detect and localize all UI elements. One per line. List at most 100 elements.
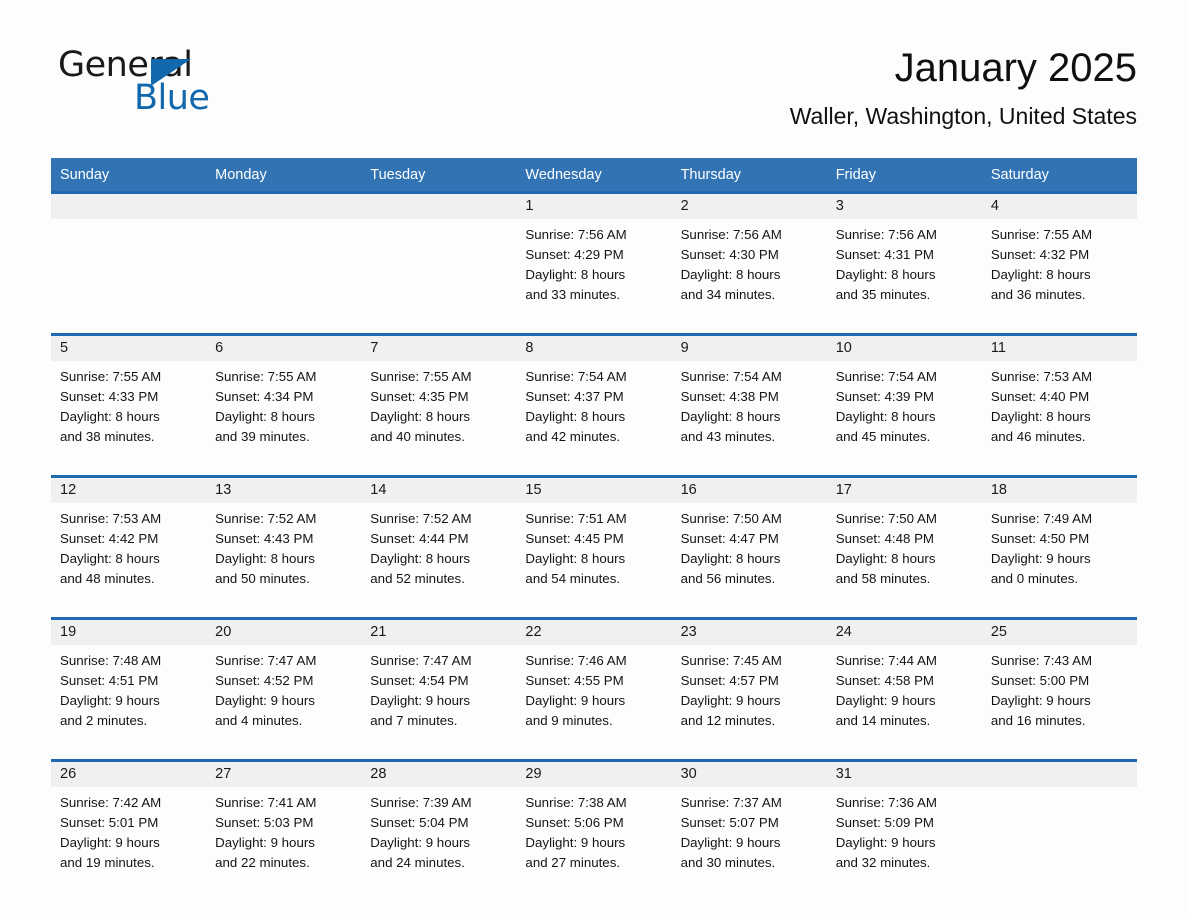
sunset-text: Sunset: 5:06 PM [525,815,624,830]
day-number: 9 [671,336,827,361]
sunrise-text: Sunrise: 7:56 AM [835,227,937,242]
daylight-text: Daylight: 8 hours [525,551,626,566]
sunrise-text: Sunrise: 7:54 AM [680,369,782,384]
day-cell[interactable]: 20 Sunrise: 7:47 AM Sunset: 4:52 PM Dayligh… [206,617,362,752]
daylight-text: Daylight: 8 hours [680,267,781,282]
weekday-header-row: Sunday Monday Tuesday Wednesday Thursday Frid… [51,158,1137,191]
day-cell-inner [51,191,207,326]
day-number: 27 [206,762,362,787]
day-cell[interactable]: 24 Sunrise: 7:44 AM Sunset: 4:58 PM Dayligh… [826,617,982,752]
daylight-text: and 39 minutes. [215,429,310,444]
day-cell[interactable]: 12 Sunrise: 7:53 AM Sunset: 4:42 PM Dayligh… [51,475,207,610]
day-cell[interactable]: 6 Sunrise: 7:55 AM Sunset: 4:34 PM Daylight… [206,333,362,468]
day-cell[interactable]: 13 Sunrise: 7:52 AM Sunset: 4:43 PM Dayligh… [206,475,362,610]
sunset-text: Sunset: 4:33 PM [60,389,159,404]
day-cell[interactable]: 1 Sunrise: 7:56 AM Sunset: 4:29 PM Daylight… [516,191,672,326]
day-cell[interactable]: 11 Sunrise: 7:53 AM Sunset: 4:40 PM Dayligh… [981,333,1137,468]
logo-secondary-text: Blue [134,78,210,118]
day-cell[interactable]: 10 Sunrise: 7:54 AM Sunset: 4:39 PM Dayligh… [826,333,982,468]
day-details: Sunrise: 7:54 AM Sunset: 4:38 PM Daylight:… [672,361,827,447]
sunrise-text: Sunrise: 7:54 AM [525,369,627,384]
day-cell[interactable]: 31 Sunrise: 7:36 AM Sunset: 5:09 PM Dayligh… [826,759,982,894]
daylight-text: and 22 minutes. [215,855,310,870]
day-cell[interactable]: 19 Sunrise: 7:48 AM Sunset: 4:51 PM Dayligh… [51,617,207,752]
sunset-text: Sunset: 4:35 PM [370,389,469,404]
day-cell[interactable]: 2 Sunrise: 7:56 AM Sunset: 4:30 PM Daylight… [671,191,827,326]
day-details [206,219,361,225]
day-details: Sunrise: 7:42 AM Sunset: 5:01 PM Daylight:… [51,787,206,873]
sunset-text: Sunset: 4:31 PM [835,247,935,262]
day-cell[interactable]: 30 Sunrise: 7:37 AM Sunset: 5:07 PM Dayligh… [671,759,827,894]
calendar-week-row: 1 Sunrise: 7:56 AM Sunset: 4:29 PM Daylight… [51,191,1137,326]
general-blue-logo[interactable]: General Blue [58,48,318,120]
day-cell[interactable]: 9 Sunrise: 7:54 AM Sunset: 4:38 PM Daylight… [671,333,827,468]
day-cell[interactable]: 22 Sunrise: 7:46 AM Sunset: 4:55 PM Dayligh… [516,617,672,752]
day-cell[interactable]: 18 Sunrise: 7:49 AM Sunset: 4:50 PM Dayligh… [981,475,1137,610]
sunset-text: Sunset: 4:45 PM [525,531,624,546]
sunset-text: Sunset: 5:03 PM [215,815,314,830]
daylight-text: Daylight: 9 hours [215,835,315,850]
sunrise-text: Sunrise: 7:49 AM [990,511,1093,526]
day-number: 26 [51,762,207,787]
daylight-text: and 46 minutes. [990,429,1086,444]
day-cell-inner: 8 Sunrise: 7:54 AM Sunset: 4:37 PM Daylight… [516,333,672,468]
day-number: 3 [826,194,982,219]
day-cell[interactable]: 15 Sunrise: 7:51 AM Sunset: 4:45 PM Dayligh… [516,475,672,610]
calendar-week-row: 5 Sunrise: 7:55 AM Sunset: 4:33 PM Daylight… [51,333,1137,468]
day-cell[interactable]: 8 Sunrise: 7:54 AM Sunset: 4:37 PM Daylight… [516,333,672,468]
day-details [982,787,1137,793]
day-cell-inner: 28 Sunrise: 7:39 AM Sunset: 5:04 PM Dayligh… [361,759,517,894]
calendar-page: General Blue January 2025 Waller, Washin… [0,0,1188,918]
day-cell[interactable]: 7 Sunrise: 7:55 AM Sunset: 4:35 PM Daylight… [361,333,517,468]
sunset-text: Sunset: 4:55 PM [525,673,624,688]
day-number [981,762,1137,787]
daylight-text: Daylight: 8 hours [990,267,1091,282]
weekday-header-tuesday: Tuesday [361,158,517,191]
daylight-text: Daylight: 8 hours [215,551,315,566]
day-cell[interactable]: 28 Sunrise: 7:39 AM Sunset: 5:04 PM Dayligh… [361,759,517,894]
daylight-text: and 45 minutes. [835,429,931,444]
daylight-text: Daylight: 8 hours [990,409,1091,424]
day-number: 19 [51,620,207,645]
daylight-text: and 54 minutes. [525,571,621,586]
day-cell[interactable]: 17 Sunrise: 7:50 AM Sunset: 4:48 PM Dayligh… [826,475,982,610]
day-cell[interactable]: 23 Sunrise: 7:45 AM Sunset: 4:57 PM Dayligh… [671,617,827,752]
day-cell[interactable]: 29 Sunrise: 7:38 AM Sunset: 5:06 PM Dayligh… [516,759,672,894]
day-details: Sunrise: 7:54 AM Sunset: 4:37 PM Daylight:… [516,361,671,447]
sunset-text: Sunset: 4:37 PM [525,389,624,404]
daylight-text: and 27 minutes. [525,855,621,870]
day-number: 6 [206,336,362,361]
daylight-text: and 48 minutes. [60,571,155,586]
day-cell[interactable]: 14 Sunrise: 7:52 AM Sunset: 4:44 PM Dayligh… [361,475,517,610]
weekday-header-wednesday: Wednesday [516,158,672,191]
day-cell[interactable]: 4 Sunrise: 7:55 AM Sunset: 4:32 PM Daylight… [981,191,1137,326]
day-cell-inner: 30 Sunrise: 7:37 AM Sunset: 5:07 PM Dayligh… [671,759,827,894]
sunset-text: Sunset: 4:52 PM [215,673,314,688]
sunrise-text: Sunrise: 7:52 AM [370,511,472,526]
day-number: 16 [671,478,827,503]
day-cell[interactable]: 26 Sunrise: 7:42 AM Sunset: 5:01 PM Dayligh… [51,759,207,894]
day-details [361,219,516,225]
day-cell[interactable]: 25 Sunrise: 7:43 AM Sunset: 5:00 PM Dayligh… [981,617,1137,752]
day-details: Sunrise: 7:43 AM Sunset: 5:00 PM Daylight:… [982,645,1137,731]
day-cell[interactable]: 3 Sunrise: 7:56 AM Sunset: 4:31 PM Daylight… [826,191,982,326]
day-cell[interactable]: 16 Sunrise: 7:50 AM Sunset: 4:47 PM Dayligh… [671,475,827,610]
daylight-text: Daylight: 9 hours [370,835,471,850]
day-cell-inner: 2 Sunrise: 7:56 AM Sunset: 4:30 PM Daylight… [671,191,827,326]
day-cell-inner: 21 Sunrise: 7:47 AM Sunset: 4:54 PM Dayligh… [361,617,517,752]
day-number: 7 [361,336,517,361]
day-details: Sunrise: 7:44 AM Sunset: 4:58 PM Daylight:… [827,645,982,731]
week-spacer-cell [51,468,1137,475]
daylight-text: Daylight: 9 hours [60,835,160,850]
sunrise-text: Sunrise: 7:39 AM [370,795,472,810]
sunset-text: Sunset: 5:09 PM [835,815,935,830]
day-cell[interactable]: 27 Sunrise: 7:41 AM Sunset: 5:03 PM Dayligh… [206,759,362,894]
sunrise-text: Sunrise: 7:51 AM [525,511,627,526]
day-number: 17 [826,478,982,503]
day-cell[interactable]: 21 Sunrise: 7:47 AM Sunset: 4:54 PM Dayligh… [361,617,517,752]
day-number: 21 [361,620,517,645]
day-number: 25 [981,620,1137,645]
day-cell[interactable]: 5 Sunrise: 7:55 AM Sunset: 4:33 PM Daylight… [51,333,207,468]
day-details: Sunrise: 7:38 AM Sunset: 5:06 PM Daylight:… [516,787,671,873]
day-number: 12 [51,478,207,503]
